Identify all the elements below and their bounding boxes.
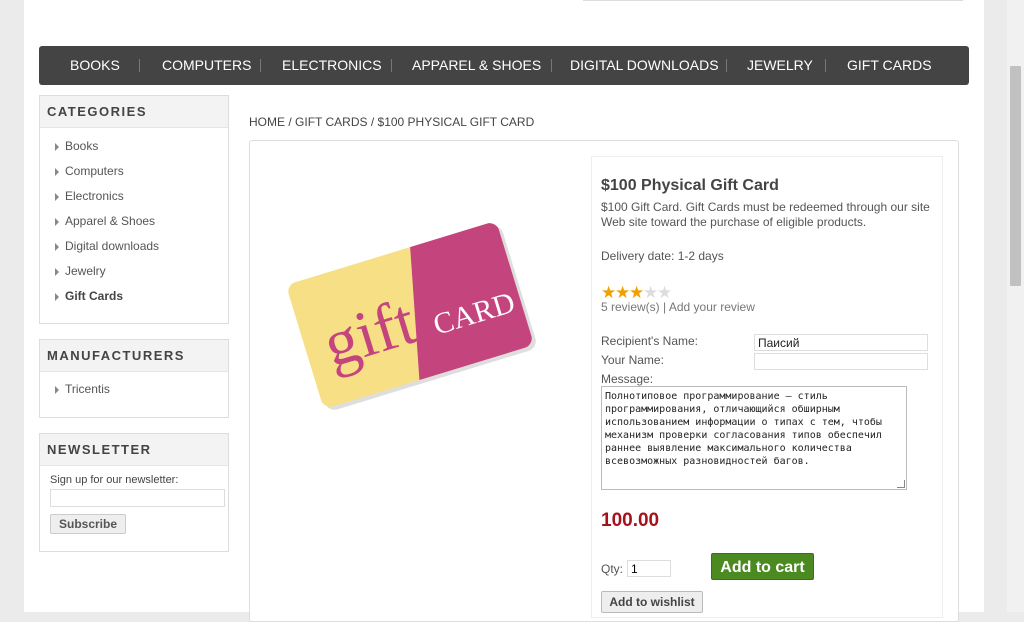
reviews-count-link[interactable]: 5 review(s) <box>601 300 660 314</box>
product-name: $100 Physical Gift Card <box>601 177 779 194</box>
arrow-right-icon <box>55 386 59 394</box>
category-item-books[interactable]: Books <box>40 134 228 159</box>
menu-separator <box>139 59 140 72</box>
menu-separator <box>825 59 826 72</box>
delivery-date: Delivery date: 1-2 days <box>601 249 724 263</box>
newsletter-label: Sign up for our newsletter: <box>50 474 179 486</box>
arrow-right-icon <box>55 218 59 226</box>
arrow-right-icon <box>55 168 59 176</box>
category-label[interactable]: Jewelry <box>65 264 106 278</box>
category-label[interactable]: Books <box>65 139 98 153</box>
star-filled-icon: ★ <box>601 283 617 302</box>
menu-separator <box>726 59 727 72</box>
qty-input[interactable]: 1 <box>627 560 671 577</box>
category-item-computers[interactable]: Computers <box>40 159 228 184</box>
categories-list: Books Computers Electronics Apparel & Sh… <box>40 134 228 309</box>
scrollbar-thumb[interactable] <box>1010 66 1021 286</box>
product-short-description: $100 Gift Card. Gift Cards must be redee… <box>601 200 930 229</box>
arrow-right-icon <box>55 143 59 151</box>
category-item-jewelry[interactable]: Jewelry <box>40 259 228 284</box>
category-label[interactable]: Gift Cards <box>65 289 123 303</box>
breadcrumb-separator: / <box>288 115 292 129</box>
subscribe-button[interactable]: Subscribe <box>50 514 127 534</box>
menu-item-jewelry[interactable]: JEWELRY <box>747 57 813 73</box>
arrow-right-icon <box>55 193 59 201</box>
scrollbar[interactable] <box>1007 0 1024 612</box>
category-label[interactable]: Electronics <box>65 189 124 203</box>
breadcrumb-gift-cards[interactable]: GIFT CARDS <box>295 115 367 129</box>
category-label[interactable]: Apparel & Shoes <box>65 214 155 228</box>
top-menu: BOOKS COMPUTERS ELECTRONICS APPAREL & SH… <box>39 46 969 85</box>
menu-separator <box>391 59 392 72</box>
star-filled-icon: ★ <box>629 283 645 302</box>
arrow-right-icon <box>55 268 59 276</box>
manufacturers-block: MANUFACTURERS Tricentis <box>39 339 229 418</box>
star-empty-icon: ★ <box>657 283 673 302</box>
menu-separator <box>551 59 552 72</box>
your-name-label: Your Name: <box>601 353 664 367</box>
category-item-apparel-shoes[interactable]: Apparel & Shoes <box>40 209 228 234</box>
newsletter-email-input[interactable] <box>50 489 225 507</box>
categories-title: CATEGORIES <box>40 96 228 128</box>
breadcrumb-home[interactable]: HOME <box>249 115 285 129</box>
reviews-separator: | <box>663 300 667 314</box>
category-item-gift-cards[interactable]: Gift Cards <box>40 284 228 309</box>
arrow-right-icon <box>55 293 59 301</box>
menu-item-electronics[interactable]: ELECTRONICS <box>282 57 382 73</box>
qty-label: Qty: <box>601 562 624 576</box>
breadcrumb-separator: / <box>370 115 375 129</box>
manufacturers-list: Tricentis <box>40 377 228 402</box>
recipient-name-input[interactable]: Паисий <box>754 334 928 351</box>
your-name-input[interactable] <box>754 353 928 370</box>
rating-stars: ★ ★ ★ ★ ★ <box>601 283 673 302</box>
reviews-links: 5 review(s) | Add your review <box>601 300 755 314</box>
manufacturer-item-tricentis[interactable]: Tricentis <box>40 377 228 402</box>
add-review-link[interactable]: Add your review <box>669 300 755 314</box>
newsletter-block: NEWSLETTER Sign up for our newsletter: S… <box>39 433 229 552</box>
recipient-name-label: Recipient's Name: <box>601 334 698 348</box>
resize-handle-icon[interactable] <box>897 480 905 488</box>
category-label[interactable]: Digital downloads <box>65 239 159 253</box>
add-to-wishlist-button[interactable]: Add to wishlist <box>601 591 703 613</box>
manufacturer-label[interactable]: Tricentis <box>65 382 110 396</box>
product-price: 100.00 <box>601 510 660 531</box>
category-item-electronics[interactable]: Electronics <box>40 184 228 209</box>
breadcrumb: HOME / GIFT CARDS / $100 PHYSICAL GIFT C… <box>249 115 534 129</box>
message-text[interactable]: Полнотиповое программирование — стиль пр… <box>605 391 888 467</box>
menu-item-books[interactable]: BOOKS <box>70 57 120 73</box>
menu-separator <box>260 59 261 72</box>
message-textarea[interactable]: Полнотиповое программирование — стиль пр… <box>601 386 907 490</box>
category-label[interactable]: Computers <box>65 164 124 178</box>
star-filled-icon: ★ <box>615 283 631 302</box>
add-to-cart-button[interactable]: Add to cart <box>711 553 814 580</box>
product-image[interactable]: gift CARD <box>280 220 540 420</box>
manufacturers-title: MANUFACTURERS <box>40 340 228 372</box>
breadcrumb-current: $100 PHYSICAL GIFT CARD <box>377 115 535 129</box>
menu-item-digital-downloads[interactable]: DIGITAL DOWNLOADS <box>570 57 719 73</box>
arrow-right-icon <box>55 243 59 251</box>
message-label: Message: <box>601 372 654 386</box>
menu-item-gift-cards[interactable]: GIFT CARDS <box>847 57 932 73</box>
menu-item-computers[interactable]: COMPUTERS <box>162 57 251 73</box>
star-empty-icon: ★ <box>643 283 659 302</box>
header-divider <box>583 0 963 1</box>
newsletter-title: NEWSLETTER <box>40 434 228 466</box>
menu-item-apparel-shoes[interactable]: APPAREL & SHOES <box>412 57 541 73</box>
categories-block: CATEGORIES Books Computers Electronics A… <box>39 95 229 324</box>
category-item-digital-downloads[interactable]: Digital downloads <box>40 234 228 259</box>
